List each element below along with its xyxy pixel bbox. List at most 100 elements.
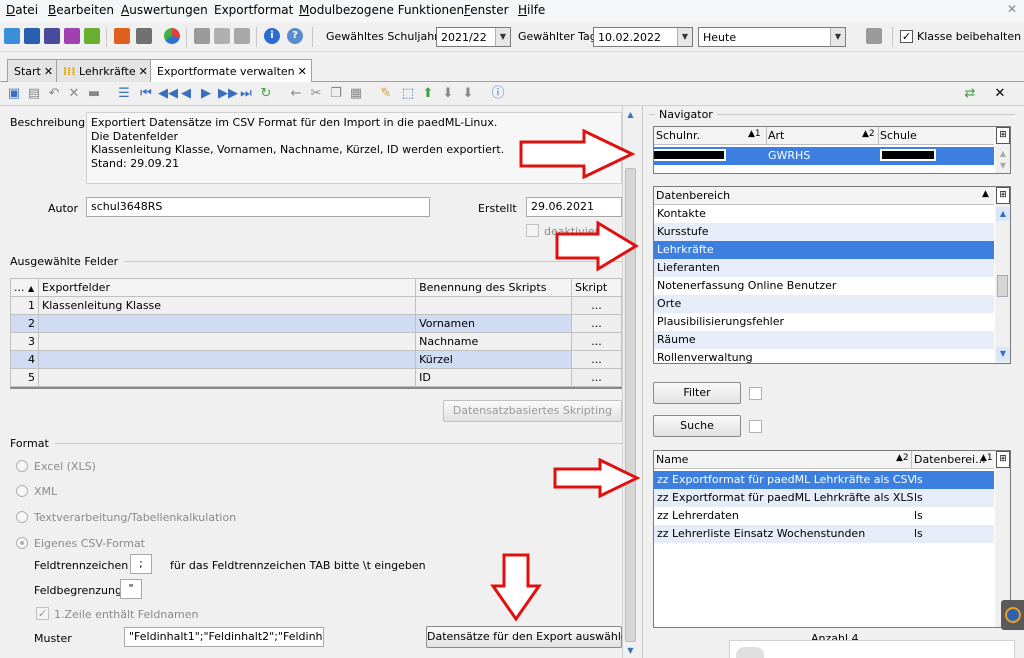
- list-item[interactable]: Orte: [654, 295, 994, 313]
- scroll-up-icon[interactable]: ▲: [996, 207, 1010, 221]
- feldbegr-input[interactable]: ": [120, 579, 142, 599]
- side-panel-tab[interactable]: [1001, 600, 1024, 630]
- erstellt-input[interactable]: 29.06.2021: [526, 197, 622, 217]
- felder-header-exportfelder[interactable]: Exportfelder: [37, 278, 417, 297]
- first-record-icon[interactable]: ⏮: [138, 86, 154, 102]
- paste-icon[interactable]: ▦: [348, 86, 364, 102]
- row-benennung[interactable]: Kürzel: [415, 350, 573, 369]
- chevron-down-icon[interactable]: ▼: [495, 28, 510, 46]
- header-name[interactable]: Name: [656, 453, 688, 466]
- lock-icon[interactable]: [866, 28, 882, 44]
- help-icon[interactable]: ⓘ: [490, 86, 506, 102]
- chevron-down-icon[interactable]: ▼: [830, 28, 845, 46]
- refresh-icon[interactable]: ↻: [258, 86, 274, 102]
- new-record-icon[interactable]: ▣: [6, 86, 22, 102]
- format-radio-xml[interactable]: [16, 485, 28, 497]
- close-icon[interactable]: ✕: [298, 65, 307, 78]
- table-row[interactable]: zz Exportformat für paedML Lehrkräfte al…: [654, 489, 994, 507]
- comment-icon[interactable]: ▬: [86, 86, 102, 102]
- prev-page-icon[interactable]: ◀◀: [158, 86, 178, 102]
- header-schulnr[interactable]: Schulnr.: [656, 129, 700, 142]
- table-row[interactable]: 3 Nachname ...: [10, 332, 622, 351]
- column-chooser-icon[interactable]: ⊞: [996, 127, 1010, 144]
- list-item[interactable]: Räume: [654, 331, 994, 349]
- copy-icon[interactable]: [194, 28, 210, 44]
- autor-input[interactable]: schul3648RS: [86, 197, 430, 217]
- scroll-down-icon[interactable]: ▼: [995, 161, 1010, 170]
- class-icon[interactable]: [24, 28, 40, 44]
- list-item[interactable]: Kontakte: [654, 205, 994, 223]
- copy-icon[interactable]: ❐: [328, 86, 344, 102]
- datenbereich-scrollbar[interactable]: ⊞ ▲ ▼: [995, 187, 1010, 363]
- list-item[interactable]: Rollenverwaltung: [654, 349, 994, 363]
- menu-exportformat[interactable]: Exportformat: [214, 3, 293, 17]
- filter-checkbox[interactable]: [749, 387, 762, 400]
- row-benennung[interactable]: Vornamen: [415, 314, 573, 333]
- row-exportfeld[interactable]: [37, 350, 417, 369]
- close-icon[interactable]: ✕: [139, 65, 148, 78]
- scroll-down-icon[interactable]: ▼: [623, 644, 638, 658]
- header-art[interactable]: Art: [768, 129, 784, 142]
- school-row[interactable]: GWRHS: [654, 147, 994, 165]
- header-schule[interactable]: Schule: [880, 129, 917, 142]
- pie-chart-icon[interactable]: [164, 28, 180, 44]
- suche-button[interactable]: Suche: [653, 415, 741, 437]
- delete-icon[interactable]: ✕: [66, 86, 82, 102]
- suche-checkbox[interactable]: [749, 420, 762, 433]
- list-item[interactable]: Notenerfassung Online Benutzer: [654, 277, 994, 295]
- undo-icon[interactable]: ↶: [46, 86, 62, 102]
- cut-icon[interactable]: ✂: [308, 86, 324, 102]
- header-datenbereich[interactable]: Datenberei...: [914, 453, 986, 466]
- scroll-down-icon[interactable]: ▼: [996, 347, 1010, 361]
- lightning-icon[interactable]: [234, 28, 250, 44]
- save-icon[interactable]: ▤: [26, 86, 42, 102]
- row-exportfeld[interactable]: [37, 314, 417, 333]
- tab-start[interactable]: Start ✕: [7, 59, 59, 82]
- table-row[interactable]: zz Exportformat für paedML Lehrkräfte al…: [654, 471, 994, 489]
- export-auswaehlen-button[interactable]: Datensätze für den Export auswählen: [426, 626, 635, 648]
- row-skript-button[interactable]: ...: [571, 296, 622, 315]
- table-row[interactable]: zz Lehrerliste Einsatz Wochenstunden ls: [654, 525, 994, 543]
- menu-bearbeiten[interactable]: Bearbeiten: [48, 3, 114, 17]
- datensatzbasiertes-skripting-button[interactable]: Datensatzbasiertes Skripting: [443, 400, 622, 422]
- muster-input[interactable]: "Feldinhalt1";"Feldinhalt2";"Feldinhalt3…: [124, 627, 324, 647]
- menu-fenster[interactable]: Fenster: [464, 3, 509, 17]
- tab-exportformate-verwalten[interactable]: Exportformate verwalten ✕: [150, 59, 312, 83]
- settings-icon[interactable]: [214, 28, 230, 44]
- format-radio-xls[interactable]: [16, 460, 28, 472]
- export-icon[interactable]: ⬇: [440, 86, 456, 102]
- help-icon[interactable]: ?: [287, 28, 303, 44]
- next-page-icon[interactable]: ▶▶: [218, 86, 238, 102]
- heute-select[interactable]: Heute ▼: [698, 27, 846, 47]
- tag-date-input[interactable]: 10.02.2022 ▼: [593, 27, 693, 47]
- format-radio-csv[interactable]: [16, 537, 28, 549]
- table-row[interactable]: 4 Kürzel ...: [10, 350, 622, 369]
- close-icon[interactable]: ✕: [44, 65, 53, 78]
- felder-header-benennung[interactable]: Benennung des Skripts: [415, 278, 573, 297]
- deaktiviert-checkbox[interactable]: [526, 224, 539, 237]
- scroll-thumb[interactable]: [997, 275, 1008, 297]
- table-row[interactable]: 1 Klassenleitung Klasse ...: [10, 296, 622, 315]
- book-icon[interactable]: [114, 28, 130, 44]
- scroll-up-icon[interactable]: ▲: [623, 108, 638, 122]
- table-row[interactable]: 5 ID ...: [10, 368, 622, 387]
- menu-hilfe[interactable]: Hilfe: [518, 3, 545, 17]
- menu-modulbezogene-funktionen[interactable]: Modulbezogene Funktionen: [299, 3, 464, 17]
- swap-panel-icon[interactable]: ⇄: [962, 86, 978, 102]
- left-scrollbar[interactable]: ▲ ▼: [622, 106, 638, 658]
- column-chooser-icon[interactable]: ⊞: [996, 451, 1010, 468]
- filter-button[interactable]: Filter: [653, 382, 741, 404]
- feldnamen-checkbox[interactable]: ✓: [36, 607, 49, 620]
- table-row[interactable]: 2 Vornamen ...: [10, 314, 622, 333]
- schuljahr-select[interactable]: 2021/22 ▼: [436, 27, 511, 47]
- list-item[interactable]: Kursstufe: [654, 223, 994, 241]
- list-item[interactable]: Plausibilisierungsfehler: [654, 313, 994, 331]
- import-icon[interactable]: ⬆: [420, 86, 436, 102]
- row-exportfeld[interactable]: Klassenleitung Klasse: [37, 296, 417, 315]
- row-exportfeld[interactable]: [37, 368, 417, 387]
- list-item[interactable]: Lieferanten: [654, 259, 994, 277]
- row-benennung[interactable]: Nachname: [415, 332, 573, 351]
- menu-datei[interactable]: Datei: [6, 3, 38, 17]
- print-icon[interactable]: [136, 28, 152, 44]
- prev-record-icon[interactable]: ◀: [178, 86, 194, 102]
